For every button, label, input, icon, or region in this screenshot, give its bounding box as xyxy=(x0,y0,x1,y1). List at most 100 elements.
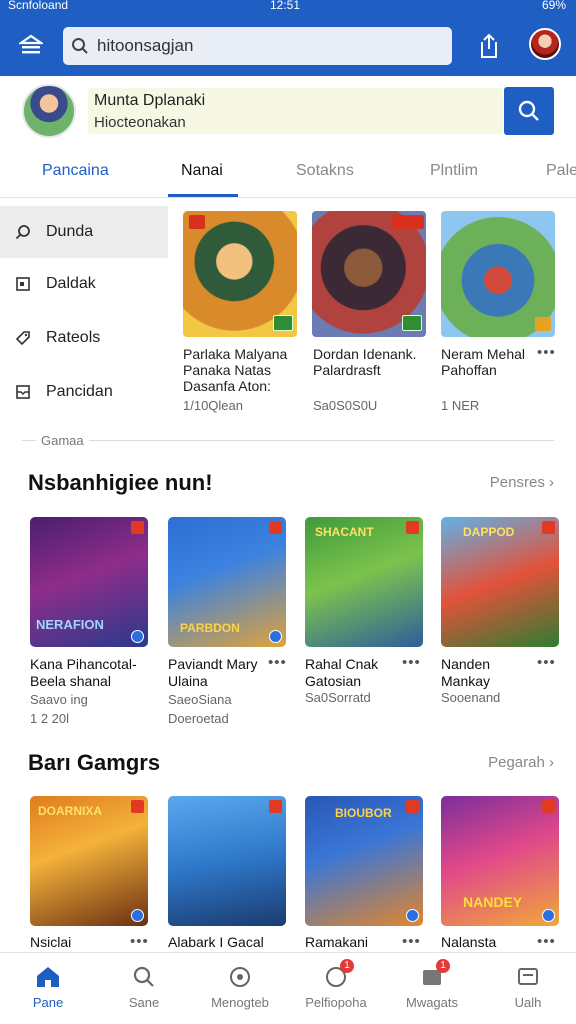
featured-card-2[interactable] xyxy=(312,211,426,337)
nav-label: Sane xyxy=(128,995,160,1010)
tab-sotakns[interactable]: Sotakns xyxy=(296,162,354,180)
featured-meta-3: 1 NER xyxy=(441,398,480,413)
nav-label: Ualh xyxy=(514,995,542,1010)
new-badge xyxy=(269,521,282,534)
filter-label: Pancidan xyxy=(46,383,113,400)
tab-pale[interactable]: Pale xyxy=(546,162,576,180)
game-name: Kana Pihancotal- Beela shanal xyxy=(30,656,137,689)
see-more-label: Pensres xyxy=(489,474,545,491)
search-input[interactable] xyxy=(97,36,427,56)
new-badge xyxy=(542,521,555,534)
game-name: Nalansta xyxy=(441,934,497,950)
game-card[interactable]: DAPPOD xyxy=(441,517,559,647)
new-badge xyxy=(269,800,282,813)
new-badge xyxy=(408,215,424,229)
more-options-button[interactable]: ••• xyxy=(268,654,287,671)
game-art-title: NANDEY xyxy=(463,894,523,910)
game-card[interactable]: NERAFION xyxy=(30,517,148,647)
search-icon xyxy=(63,37,97,55)
new-badge xyxy=(392,215,408,229)
home-icon xyxy=(34,963,62,991)
new-badge xyxy=(189,215,205,229)
see-more-link[interactable]: Pensres › xyxy=(490,474,554,491)
see-more-link[interactable]: Pegarah › xyxy=(488,754,554,771)
game-art-title: SHACANT xyxy=(315,525,374,539)
home-menu-button[interactable] xyxy=(14,30,48,60)
more-options-button[interactable]: ••• xyxy=(537,654,556,671)
featured-meta-2: Sa0S0S0U xyxy=(313,398,378,413)
notification-badge: 1 xyxy=(340,959,354,973)
featured-card-1[interactable] xyxy=(183,211,297,337)
game-card[interactable] xyxy=(168,796,286,926)
nav-item-home[interactable]: Pane xyxy=(0,953,96,1024)
more-options-button[interactable]: ••• xyxy=(537,344,556,361)
game-card[interactable]: PARBDON xyxy=(168,517,286,647)
more-options-button[interactable]: ••• xyxy=(537,933,556,950)
calendar-icon xyxy=(0,276,46,292)
game-meta: Saavo ing 1 2 20l xyxy=(30,692,88,726)
nav-label: Pelfiopoha xyxy=(305,995,367,1010)
nav-item-discover[interactable]: Menogteb xyxy=(192,953,288,1024)
more-options-button[interactable]: ••• xyxy=(130,933,149,950)
game-name: Paviandt Mary Ulaina xyxy=(168,656,258,689)
game-card[interactable]: BIOUBOR xyxy=(305,796,423,926)
profile-avatar[interactable] xyxy=(22,84,76,138)
nav-item-profile[interactable]: Ualh xyxy=(480,953,576,1024)
game-name: Ramakani xyxy=(305,934,369,950)
platform-badge xyxy=(131,630,144,643)
category-tabs: Pancaina Nanai Sotakns Plntlim Pale xyxy=(0,150,576,198)
game-card[interactable]: NANDEY xyxy=(441,796,559,926)
profile-card[interactable]: Munta Dplanaki Hiocteonakan xyxy=(88,88,503,134)
filter-item-dunda[interactable]: Dunda xyxy=(0,206,168,258)
section-title: Barı Gamgrs xyxy=(28,750,161,775)
tab-pancaina[interactable]: Pancaina xyxy=(42,162,109,180)
chevron-right-icon: › xyxy=(549,754,554,771)
nav-label: Pane xyxy=(32,995,64,1010)
share-button[interactable] xyxy=(474,30,504,62)
featured-card-3[interactable] xyxy=(441,211,555,337)
nav-item-search[interactable]: Sane xyxy=(96,953,192,1024)
game-card[interactable]: SHACANT xyxy=(305,517,423,647)
game-meta: Sa0Sorratd xyxy=(305,690,371,705)
notification-badge: 1 xyxy=(436,959,450,973)
new-badge xyxy=(406,800,419,813)
battery-label: 69% xyxy=(541,0,566,12)
search-icon xyxy=(130,963,158,991)
tab-plntlim[interactable]: Plntlim xyxy=(430,162,478,180)
game-art-title: NERAFION xyxy=(36,617,104,632)
profile-icon xyxy=(514,963,542,991)
featured-title-3: Neram Mehal Pahoffan xyxy=(441,346,526,378)
search-bar[interactable] xyxy=(63,27,452,65)
inbox-icon xyxy=(0,384,46,400)
game-meta: Sooenand xyxy=(441,690,501,705)
platform-badge xyxy=(406,909,419,922)
divider xyxy=(22,440,554,441)
see-more-label: Pegarah xyxy=(488,754,545,771)
game-card[interactable]: DOARNIXA xyxy=(30,796,148,926)
new-badge xyxy=(131,800,144,813)
game-art-title: PARBDON xyxy=(180,621,240,635)
filter-item-rateols[interactable]: Rateols xyxy=(0,312,168,364)
nav-label: Mwagats xyxy=(405,995,459,1010)
filter-item-pancidan[interactable]: Pancidan xyxy=(0,366,168,418)
featured-title-2: Dordan Idenank. Palardrasft xyxy=(313,346,417,378)
divider-label: Gamaa xyxy=(36,433,89,448)
game-name: Alabark I Gacal xyxy=(168,934,264,950)
search-icon xyxy=(0,224,46,240)
filter-item-daldak[interactable]: Daldak xyxy=(0,258,168,310)
filter-label: Dunda xyxy=(46,223,94,240)
game-name: Nanden Mankay xyxy=(441,656,491,689)
nav-item-chat[interactable]: 1 Pelfiopoha xyxy=(288,953,384,1024)
tab-nanai[interactable]: Nanai xyxy=(181,162,223,180)
section-title: Nsbanhigiee nun! xyxy=(28,470,213,495)
more-options-button[interactable]: ••• xyxy=(402,933,421,950)
more-options-button[interactable]: ••• xyxy=(402,654,421,671)
profile-search-button[interactable] xyxy=(504,87,554,135)
filter-label: Rateols xyxy=(46,329,101,346)
game-meta: SaeoSiana Doeroetad xyxy=(168,692,232,726)
user-avatar[interactable] xyxy=(529,28,561,60)
nav-item-messages[interactable]: 1 Mwagats xyxy=(384,953,480,1024)
platform-badge xyxy=(542,909,555,922)
platform-badge xyxy=(402,315,422,331)
tag-icon xyxy=(0,330,46,346)
